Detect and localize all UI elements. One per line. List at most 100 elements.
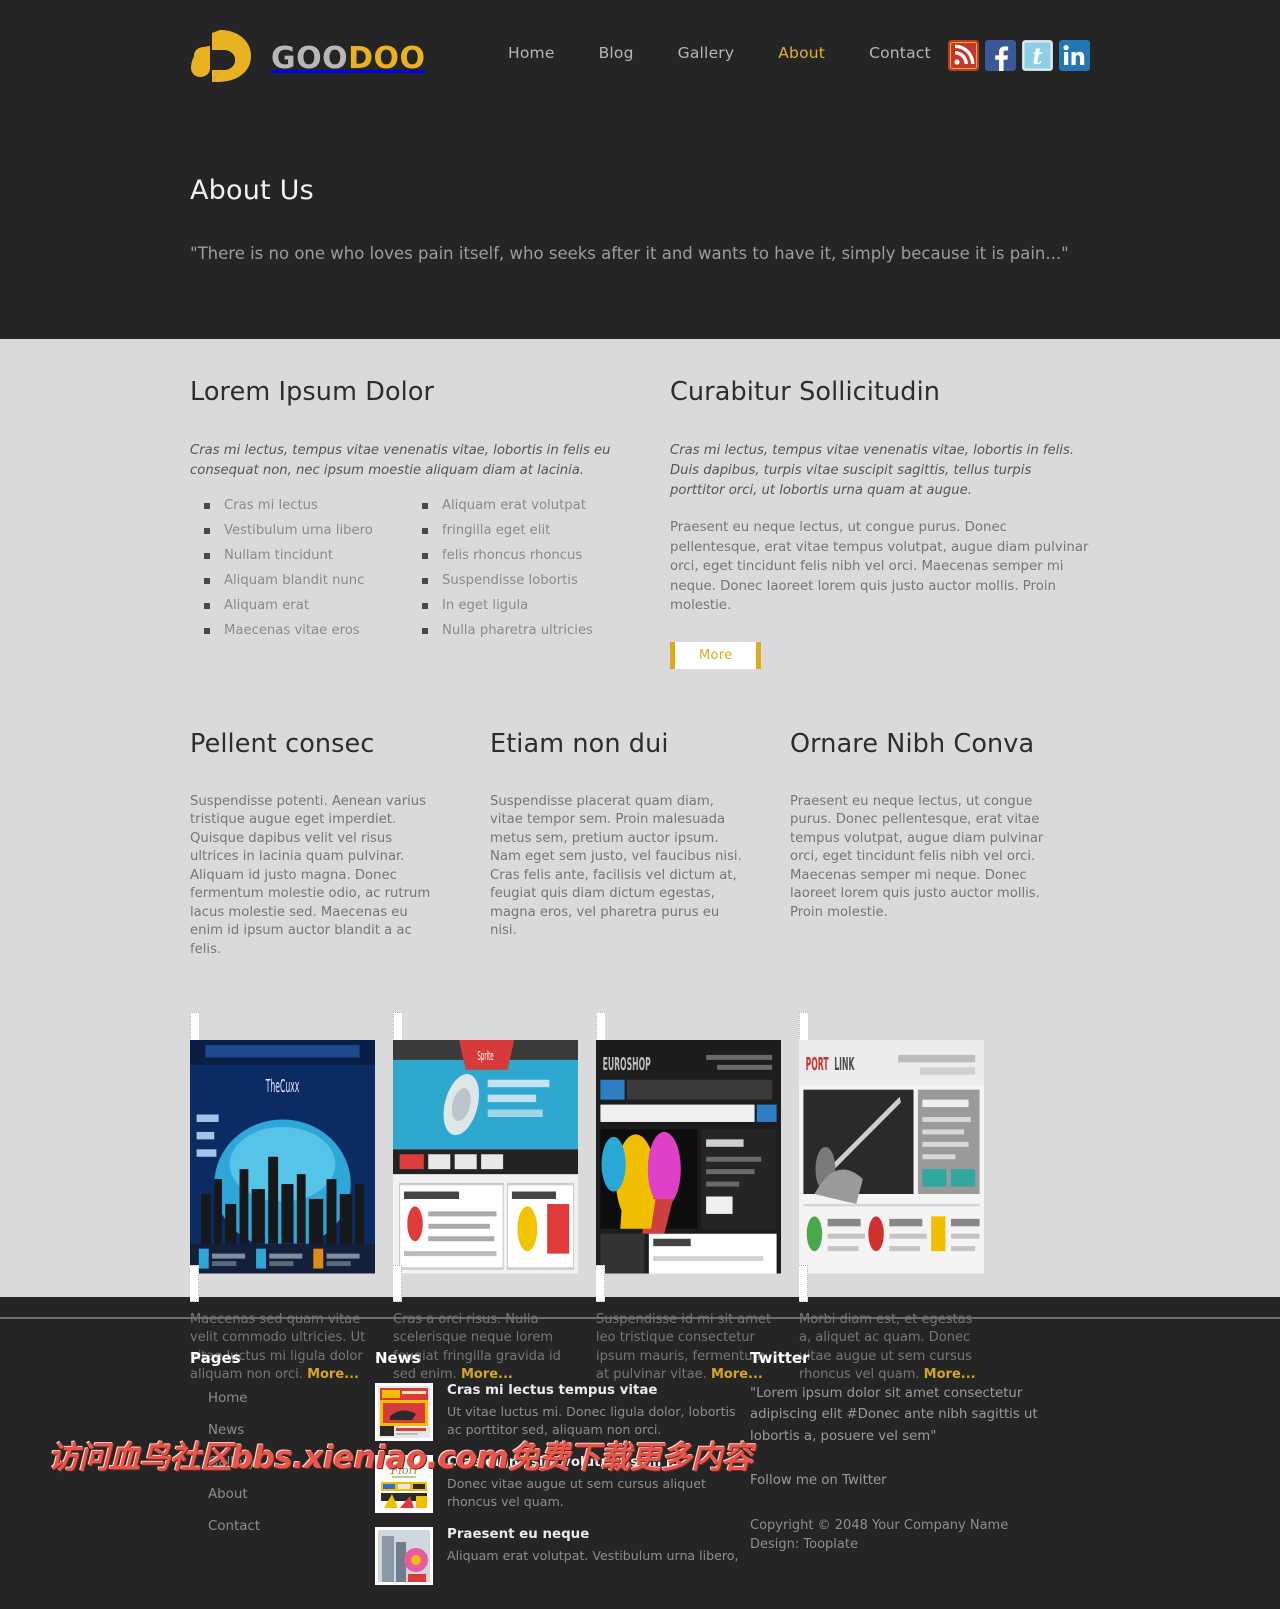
column-lorem-ipsum-dolor: Lorem Ipsum Dolor Cras mi lectus, tempus… <box>190 377 670 669</box>
column-ornare-nibh-conva: Ornare Nibh Conva Praesent eu neque lect… <box>790 729 1090 960</box>
hero-quote: "There is no one who loves pain itself, … <box>190 244 1069 263</box>
list-item[interactable]: Nullam tincidunt <box>190 543 408 568</box>
gallery-item: Sprite Cras a orci risus. Nulla sceleris… <box>393 1012 578 1382</box>
news-image-1 <box>378 1385 430 1438</box>
footer-link-gallery[interactable]: Gallery <box>190 1447 375 1479</box>
nav-item-gallery[interactable]: Gallery <box>678 44 735 62</box>
website-screenshot-euroshop: EUROSHOP <box>596 1040 781 1274</box>
footer-column-news: News Cras mi lectus tempus vitae Ut vita… <box>375 1349 750 1599</box>
column-curabitur-sollicitudin: Curabitur Sollicitudin Cras mi lectus, t… <box>670 377 1090 669</box>
section-title-etiam: Etiam non dui <box>490 728 669 759</box>
footer-news-title: News <box>375 1348 421 1367</box>
thumbnail-link-1[interactable]: TheCuxx <box>190 1012 375 1302</box>
footer-link-home[interactable]: Home <box>190 1383 375 1415</box>
site-logo[interactable]: GOODOO <box>190 28 490 88</box>
svg-text:Flori: Flori <box>390 1464 418 1477</box>
news-text: Ut vitae luctus mi. Donec ligula dolor, … <box>447 1403 736 1437</box>
news-title[interactable]: Cras dignissim volutpat sem id <box>447 1455 750 1470</box>
section-title-curabitur: Curabitur Sollicitudin <box>670 377 941 407</box>
svg-text:EUROSHOP: EUROSHOP <box>603 1056 651 1075</box>
twitter-icon[interactable]: t <box>1022 40 1053 71</box>
footer-column-pages: Pages Home News Gallery About Contact <box>190 1349 375 1599</box>
news-image-3 <box>378 1529 430 1582</box>
footer-link-contact[interactable]: Contact <box>190 1511 375 1543</box>
thumbnail-gallery: TheCuxx Maecenas sed quam vitae velit co… <box>190 1012 1090 1382</box>
pellent-body-text: Suspendisse potenti. Aenean varius trist… <box>190 793 431 957</box>
website-screenshot-thecuxx: TheCuxx <box>190 1040 375 1274</box>
svg-text:PORT: PORT <box>806 1056 830 1075</box>
news-thumbnail <box>375 1382 433 1441</box>
page-title: About Us <box>190 175 314 206</box>
column-etiam-non-dui: Etiam non dui Suspendisse placerat quam … <box>490 729 790 960</box>
svg-text:LINK: LINK <box>834 1056 855 1075</box>
footer-link-about[interactable]: About <box>190 1479 375 1511</box>
svg-text:TheCuxx: TheCuxx <box>265 1078 299 1097</box>
gallery-item: TheCuxx Maecenas sed quam vitae velit co… <box>190 1012 375 1382</box>
list-item[interactable]: Suspendisse lobortis <box>408 568 626 593</box>
news-text: Aliquam erat volutpat. Vestibulum urna l… <box>447 1547 739 1563</box>
feature-lists: Cras mi lectus Vestibulum urna libero Nu… <box>190 493 670 643</box>
thumbnail-link-2[interactable]: Sprite <box>393 1012 578 1302</box>
news-item[interactable]: Cras mi lectus tempus vitae Ut vitae luc… <box>375 1382 750 1441</box>
list-item[interactable]: Nulla pharetra ultricies <box>408 618 626 643</box>
feature-list-1: Cras mi lectus Vestibulum urna libero Nu… <box>190 493 408 643</box>
more-button[interactable]: More <box>670 641 762 669</box>
svg-text:Sprite: Sprite <box>477 1050 493 1064</box>
footer-nav: Home News Gallery About Contact <box>190 1383 375 1543</box>
news-body: Cras mi lectus tempus vitae Ut vitae luc… <box>447 1383 750 1441</box>
list-item[interactable]: Aliquam erat volutpat <box>408 493 626 518</box>
footer-link-news[interactable]: News <box>190 1415 375 1447</box>
footer-twitter-title: Twitter <box>750 1348 810 1367</box>
news-body: Praesent eu neque Aliquam erat volutpat.… <box>447 1527 739 1585</box>
list-item[interactable]: Vestibulum urna libero <box>190 518 408 543</box>
logo-mark-icon <box>191 30 251 82</box>
section-title-ornare: Ornare Nibh Conva <box>790 728 1035 759</box>
news-title[interactable]: Cras mi lectus tempus vitae <box>447 1383 750 1398</box>
list-item[interactable]: Aliquam blandit nunc <box>190 568 408 593</box>
nav-item-about[interactable]: About <box>778 44 825 62</box>
svg-text:t: t <box>1032 44 1042 70</box>
list-item[interactable]: Aliquam erat <box>190 593 408 618</box>
news-thumbnail <box>375 1526 433 1585</box>
hero-section: About Us "There is no one who loves pain… <box>0 135 1280 339</box>
feature-list-2: Aliquam erat volutpat fringilla eget eli… <box>408 493 626 643</box>
etiam-body-text: Suspendisse placerat quam diam, vitae te… <box>490 793 742 939</box>
twitter-follow-link[interactable]: Follow me on Twitter <box>750 1473 1090 1488</box>
footer-pages-title: Pages <box>190 1348 241 1367</box>
site-footer: Pages Home News Gallery About Contact Ne… <box>0 1318 1280 1609</box>
site-header: GOODOO Home Blog Gallery About Contact t <box>0 0 1280 135</box>
news-body: Cras dignissim volutpat sem id Donec vit… <box>447 1455 750 1513</box>
curabitur-lead-text: Cras mi lectus, tempus vitae venenatis v… <box>670 443 1075 498</box>
news-title[interactable]: Praesent eu neque <box>447 1527 739 1542</box>
section-title-pellent: Pellent consec <box>190 728 375 759</box>
thumbnail-link-3[interactable]: EUROSHOP <box>596 1012 781 1302</box>
logo-word-part-1: GOO <box>271 40 349 76</box>
thumbnail-link-4[interactable]: PORT LINK <box>799 1012 984 1302</box>
nav-item-blog[interactable]: Blog <box>599 44 634 62</box>
linkedin-icon[interactable] <box>1059 40 1090 71</box>
column-pellent-consec: Pellent consec Suspendisse potenti. Aene… <box>190 729 490 960</box>
two-column-block: Lorem Ipsum Dolor Cras mi lectus, tempus… <box>190 377 1090 669</box>
logo-word-part-2: DOO <box>348 40 426 76</box>
news-item[interactable]: Praesent eu neque Aliquam erat volutpat.… <box>375 1526 750 1585</box>
page-root: GOODOO Home Blog Gallery About Contact t… <box>0 0 1280 1609</box>
news-thumbnail: Flori <box>375 1454 433 1513</box>
list-item[interactable]: felis rhoncus rhoncus <box>408 543 626 568</box>
news-image-2: Flori <box>378 1457 430 1510</box>
website-screenshot-sprite: Sprite <box>393 1040 578 1274</box>
list-item[interactable]: In eget ligula <box>408 593 626 618</box>
list-item[interactable]: fringilla eget elit <box>408 518 626 543</box>
facebook-icon[interactable] <box>985 40 1016 71</box>
copyright-text: Copyright © 2048 Your Company Name Design… <box>750 1516 1090 1554</box>
nav-item-contact[interactable]: Contact <box>869 44 931 62</box>
list-item[interactable]: Maecenas vitae eros <box>190 618 408 643</box>
social-links: t <box>948 40 1090 71</box>
curabitur-body-text: Praesent eu neque lectus, ut congue puru… <box>670 520 1089 613</box>
list-item[interactable]: Cras mi lectus <box>190 493 408 518</box>
nav-item-home[interactable]: Home <box>508 44 555 62</box>
news-text: Donec vitae augue ut sem cursus aliquet … <box>447 1475 706 1509</box>
rss-icon[interactable] <box>948 40 979 71</box>
three-column-block: Pellent consec Suspendisse potenti. Aene… <box>190 729 1090 960</box>
news-item[interactable]: Flori Cras dignissim volutpat sem id Don… <box>375 1454 750 1513</box>
footer-column-twitter: Twitter "Lorem ipsum dolor sit amet cons… <box>750 1349 1090 1599</box>
